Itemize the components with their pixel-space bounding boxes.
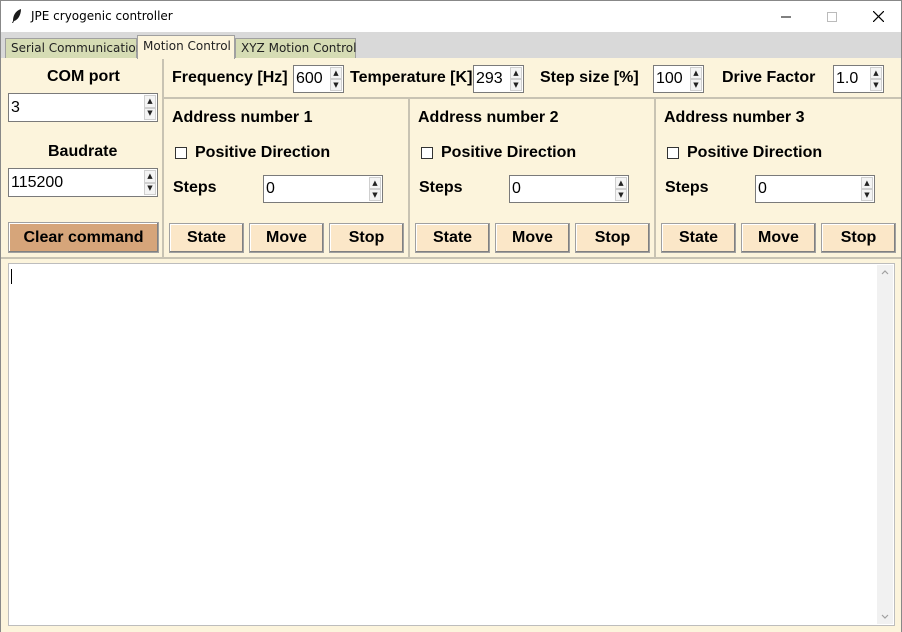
address-3-move-button[interactable]: Move	[741, 223, 816, 253]
baudrate-down-arrow-icon[interactable]: ▼	[144, 182, 156, 195]
frequency-up-arrow-icon[interactable]: ▲	[330, 67, 342, 79]
address-3-direction-checkbox[interactable]	[667, 147, 679, 159]
address-3-steps-down-arrow-icon[interactable]: ▼	[861, 189, 873, 201]
address-2-steps-spinbox[interactable]: 0 ▲ ▼	[509, 175, 629, 203]
address-1-steps-label: Steps	[173, 179, 217, 196]
address-2-steps-up-arrow-icon[interactable]: ▲	[615, 177, 627, 189]
address-2-direction-checkbox[interactable]	[421, 147, 433, 159]
address-1-steps-up-arrow-icon[interactable]: ▲	[369, 177, 381, 189]
address-3-title: Address number 3	[664, 109, 805, 126]
address-2-state-button[interactable]: State	[415, 223, 490, 253]
temperature-up-arrow-icon[interactable]: ▲	[510, 67, 522, 79]
com-port-spinbox[interactable]: 3 ▲ ▼	[8, 93, 158, 122]
address-1-direction-label: Positive Direction	[195, 144, 331, 161]
step-size-value: 100	[656, 70, 683, 87]
com-port-value: 3	[11, 98, 20, 116]
close-icon	[872, 11, 884, 22]
address-3-steps-value: 0	[758, 180, 767, 197]
tab-xyz-motion-control[interactable]: XYZ Motion Control	[235, 38, 356, 58]
clear-command-button[interactable]: Clear command	[8, 222, 159, 253]
baudrate-up-arrow-icon[interactable]: ▲	[144, 170, 156, 183]
tab-bar: Serial Communication Motion Control XYZ …	[1, 32, 901, 59]
address-3-steps-spinbox[interactable]: 0 ▲ ▼	[755, 175, 875, 203]
drive-factor-spinbox[interactable]: 1.0 ▲ ▼	[833, 65, 884, 93]
parameter-row-divider	[162, 97, 901, 99]
address-1-move-button[interactable]: Move	[249, 223, 324, 253]
address-3-steps-label: Steps	[665, 179, 709, 196]
drive-factor-value: 1.0	[836, 70, 859, 87]
address-3-stop-button[interactable]: Stop	[821, 223, 896, 253]
address-1-title: Address number 1	[172, 109, 313, 126]
com-port-label: COM port	[47, 68, 120, 85]
console-divider	[1, 257, 901, 259]
tab-serial-communication[interactable]: Serial Communication	[5, 38, 143, 58]
step-size-spinbox[interactable]: 100 ▲ ▼	[653, 65, 704, 93]
address-3-steps-up-arrow-icon[interactable]: ▲	[861, 177, 873, 189]
temperature-down-arrow-icon[interactable]: ▼	[510, 79, 522, 91]
text-cursor	[11, 269, 12, 284]
minimize-icon	[781, 16, 791, 17]
temperature-label: Temperature [K]	[350, 69, 473, 86]
com-port-up-arrow-icon[interactable]: ▲	[144, 95, 156, 108]
drive-factor-label: Drive Factor	[722, 69, 816, 86]
title-bar: JPE cryogenic controller	[1, 1, 901, 32]
address-3-direction-label: Positive Direction	[687, 144, 823, 161]
minimize-button[interactable]	[763, 1, 809, 32]
address-1-stop-button[interactable]: Stop	[329, 223, 404, 253]
address-2-steps-down-arrow-icon[interactable]: ▼	[615, 189, 627, 201]
address-1-steps-value: 0	[266, 180, 275, 197]
command-output-textarea[interactable]	[8, 263, 895, 626]
drive-factor-down-arrow-icon[interactable]: ▼	[870, 79, 882, 91]
address-1-direction-checkbox[interactable]	[175, 147, 187, 159]
address-2-stop-button[interactable]: Stop	[575, 223, 650, 253]
baudrate-value: 115200	[11, 173, 64, 191]
scroll-up-arrow-icon[interactable]	[877, 265, 893, 279]
tab-motion-control[interactable]: Motion Control	[137, 35, 235, 59]
baudrate-label: Baudrate	[48, 143, 118, 160]
address-divider-2	[654, 99, 656, 257]
step-size-label: Step size [%]	[540, 69, 639, 86]
address-1-state-button[interactable]: State	[169, 223, 244, 253]
address-2-title: Address number 2	[418, 109, 559, 126]
scroll-down-arrow-icon[interactable]	[877, 610, 893, 624]
maximize-button[interactable]	[809, 1, 855, 32]
temperature-spinbox[interactable]: 293 ▲ ▼	[473, 65, 524, 93]
address-1-steps-down-arrow-icon[interactable]: ▼	[369, 189, 381, 201]
step-size-up-arrow-icon[interactable]: ▲	[690, 67, 702, 79]
address-divider-1	[408, 99, 410, 257]
address-3-state-button[interactable]: State	[661, 223, 736, 253]
address-1-steps-spinbox[interactable]: 0 ▲ ▼	[263, 175, 383, 203]
address-2-direction-label: Positive Direction	[441, 144, 577, 161]
window-title: JPE cryogenic controller	[31, 9, 173, 23]
com-port-down-arrow-icon[interactable]: ▼	[144, 107, 156, 120]
frequency-spinbox[interactable]: 600 ▲ ▼	[293, 65, 344, 93]
left-column-divider	[162, 58, 164, 257]
drive-factor-up-arrow-icon[interactable]: ▲	[870, 67, 882, 79]
step-size-down-arrow-icon[interactable]: ▼	[690, 79, 702, 91]
maximize-icon	[827, 11, 837, 22]
frequency-value: 600	[296, 70, 323, 87]
frequency-down-arrow-icon[interactable]: ▼	[330, 79, 342, 91]
frequency-label: Frequency [Hz]	[172, 69, 288, 86]
address-2-steps-value: 0	[512, 180, 521, 197]
address-2-move-button[interactable]: Move	[495, 223, 570, 253]
feather-icon	[12, 9, 21, 23]
close-button[interactable]	[855, 1, 901, 32]
temperature-value: 293	[476, 70, 503, 87]
address-2-steps-label: Steps	[419, 179, 463, 196]
app-window: JPE cryogenic controller Serial Communic…	[0, 0, 902, 632]
vertical-scrollbar[interactable]	[877, 265, 893, 624]
baudrate-spinbox[interactable]: 115200 ▲ ▼	[8, 168, 158, 197]
